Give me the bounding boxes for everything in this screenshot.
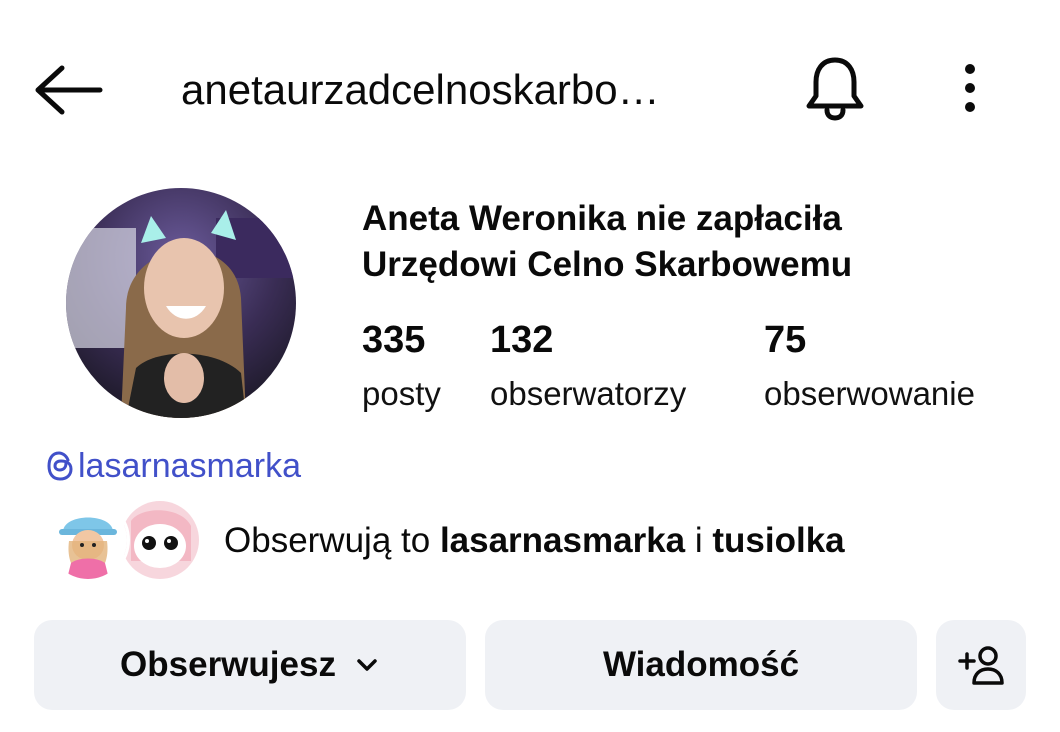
more-options-button[interactable] [948,58,992,120]
followed-by-user-1[interactable]: lasarnasmarka [440,521,685,560]
followed-by-prefix: Obserwują to [224,521,440,560]
back-button[interactable] [30,60,106,120]
following-button[interactable]: Obserwujesz [34,620,466,710]
stat-following-label: obserwowanie [764,375,975,412]
stat-following-value: 75 [764,319,807,361]
stat-followers[interactable]: 132 obserwatorzy [490,316,686,416]
profile-display-name: Aneta Weronika nie zapłaciła Urzędowi Ce… [362,196,1042,288]
add-person-icon [958,646,1004,685]
stat-followers-label: obserwatorzy [490,375,687,412]
display-name-line-2: Urzędowi Celno Skarbowemu [362,245,853,284]
stat-posts-value: 335 [362,319,426,361]
chevron-down-icon [357,659,377,671]
stat-following[interactable]: 75 obserwowanie [764,316,975,416]
stat-posts-label: posty [362,375,441,412]
display-name-line-1: Aneta Weronika nie zapłaciła [362,199,842,238]
stat-followers-value: 132 [490,319,554,361]
notifications-button[interactable] [800,52,870,126]
threads-icon [47,451,73,481]
back-arrow-icon [35,65,103,115]
following-button-label: Obserwujesz [120,645,336,684]
followed-by-joiner: i [685,521,713,560]
profile-avatar[interactable] [66,188,296,418]
followed-by-user-2[interactable]: tusiolka [712,521,844,560]
follower-avatar-lasarnasmarka[interactable] [46,498,130,582]
followed-by-text: Obserwują to lasarnasmarka i tusiolka [224,518,845,564]
message-button-label: Wiadomość [602,645,800,684]
more-vertical-icon [965,64,975,112]
suggested-people-button[interactable] [936,620,1026,710]
profile-username: anetaurzadcelnoskarbo… [181,66,660,113]
threads-handle: lasarnasmarka [78,447,301,485]
bell-icon [806,57,864,121]
message-button[interactable]: Wiadomość [485,620,917,710]
follower-avatar-tusiolka[interactable] [118,498,202,582]
stat-posts[interactable]: 335 posty [362,316,441,416]
threads-profile-link[interactable]: lasarnasmarka [46,444,301,488]
